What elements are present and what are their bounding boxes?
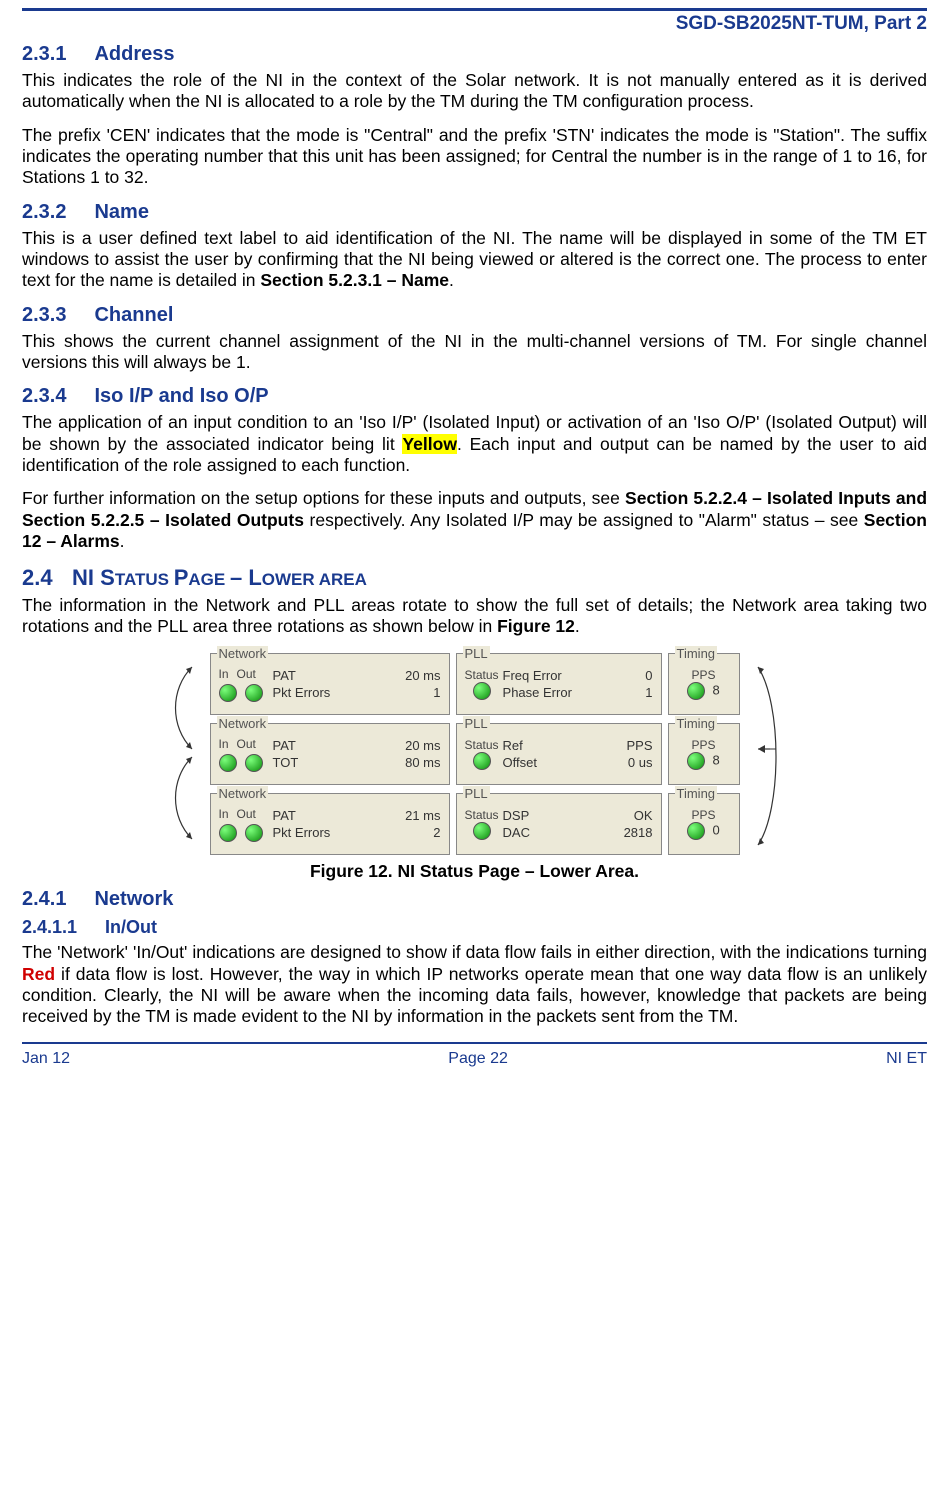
- footer-date: Jan 12: [22, 1050, 70, 1068]
- network-panel: NetworkInOutPAT21 msPkt Errors2: [210, 793, 450, 855]
- heading-2-3-2: 2.3.2Name: [22, 201, 927, 224]
- para: For further information on the setup opt…: [22, 488, 927, 552]
- led-out-icon: [245, 684, 263, 702]
- para: The information in the Network and PLL a…: [22, 595, 927, 638]
- pll-panel: PLLStatusDSPOKDAC2818: [456, 793, 662, 855]
- footer-doc: NI ET: [886, 1050, 927, 1068]
- para: This is a user defined text label to aid…: [22, 228, 927, 292]
- doc-header: SGD-SB2025NT-TUM, Part 2: [22, 13, 927, 35]
- led-status-icon: [473, 682, 491, 700]
- highlight-yellow: Yellow: [402, 434, 456, 454]
- timing-panel: TimingPPS 8: [668, 653, 740, 715]
- network-panel: NetworkInOutPAT20 msPkt Errors1: [210, 653, 450, 715]
- heading-2-3-3: 2.3.3Channel: [22, 304, 927, 327]
- led-status-icon: [473, 752, 491, 770]
- pll-panel: PLLStatusRefPPSOffset0 us: [456, 723, 662, 785]
- page-footer: Jan 12 Page 22 NI ET: [22, 1044, 927, 1082]
- timing-panel: TimingPPS 0: [668, 793, 740, 855]
- led-out-icon: [245, 754, 263, 772]
- led-in-icon: [219, 754, 237, 772]
- para: The application of an input condition to…: [22, 412, 927, 476]
- led-pps-icon: [687, 682, 705, 700]
- heading-2-3-1: 2.3.1Address: [22, 43, 927, 66]
- led-pps-icon: [687, 822, 705, 840]
- pll-panel: PLLStatusFreq Error0Phase Error1: [456, 653, 662, 715]
- figure-12: NetworkInOutPAT20 msPkt Errors1PLLStatus…: [22, 649, 927, 859]
- para: The prefix 'CEN' indicates that the mode…: [22, 125, 927, 189]
- heading-2-4-1-1: 2.4.1.1In/Out: [22, 917, 927, 938]
- led-out-icon: [245, 824, 263, 842]
- para: The 'Network' 'In/Out' indications are d…: [22, 942, 927, 1027]
- led-status-icon: [473, 822, 491, 840]
- heading-2-4: 2.4 NI STATUS PAGE – LOWER AREA: [22, 565, 927, 591]
- para: This indicates the role of the NI in the…: [22, 70, 927, 113]
- rotation-arrows-left: [162, 649, 204, 859]
- network-panel: NetworkInOutPAT20 msTOT80 ms: [210, 723, 450, 785]
- para: This shows the current channel assignmen…: [22, 331, 927, 374]
- figure-caption: Figure 12. NI Status Page – Lower Area.: [22, 861, 927, 882]
- heading-2-4-1: 2.4.1Network: [22, 888, 927, 911]
- heading-2-3-4: 2.3.4Iso I/P and Iso O/P: [22, 385, 927, 408]
- led-in-icon: [219, 684, 237, 702]
- red-text: Red: [22, 964, 55, 984]
- led-pps-icon: [687, 752, 705, 770]
- timing-panel: TimingPPS 8: [668, 723, 740, 785]
- led-in-icon: [219, 824, 237, 842]
- footer-page: Page 22: [448, 1050, 508, 1068]
- rotation-arrows-right: [746, 649, 788, 859]
